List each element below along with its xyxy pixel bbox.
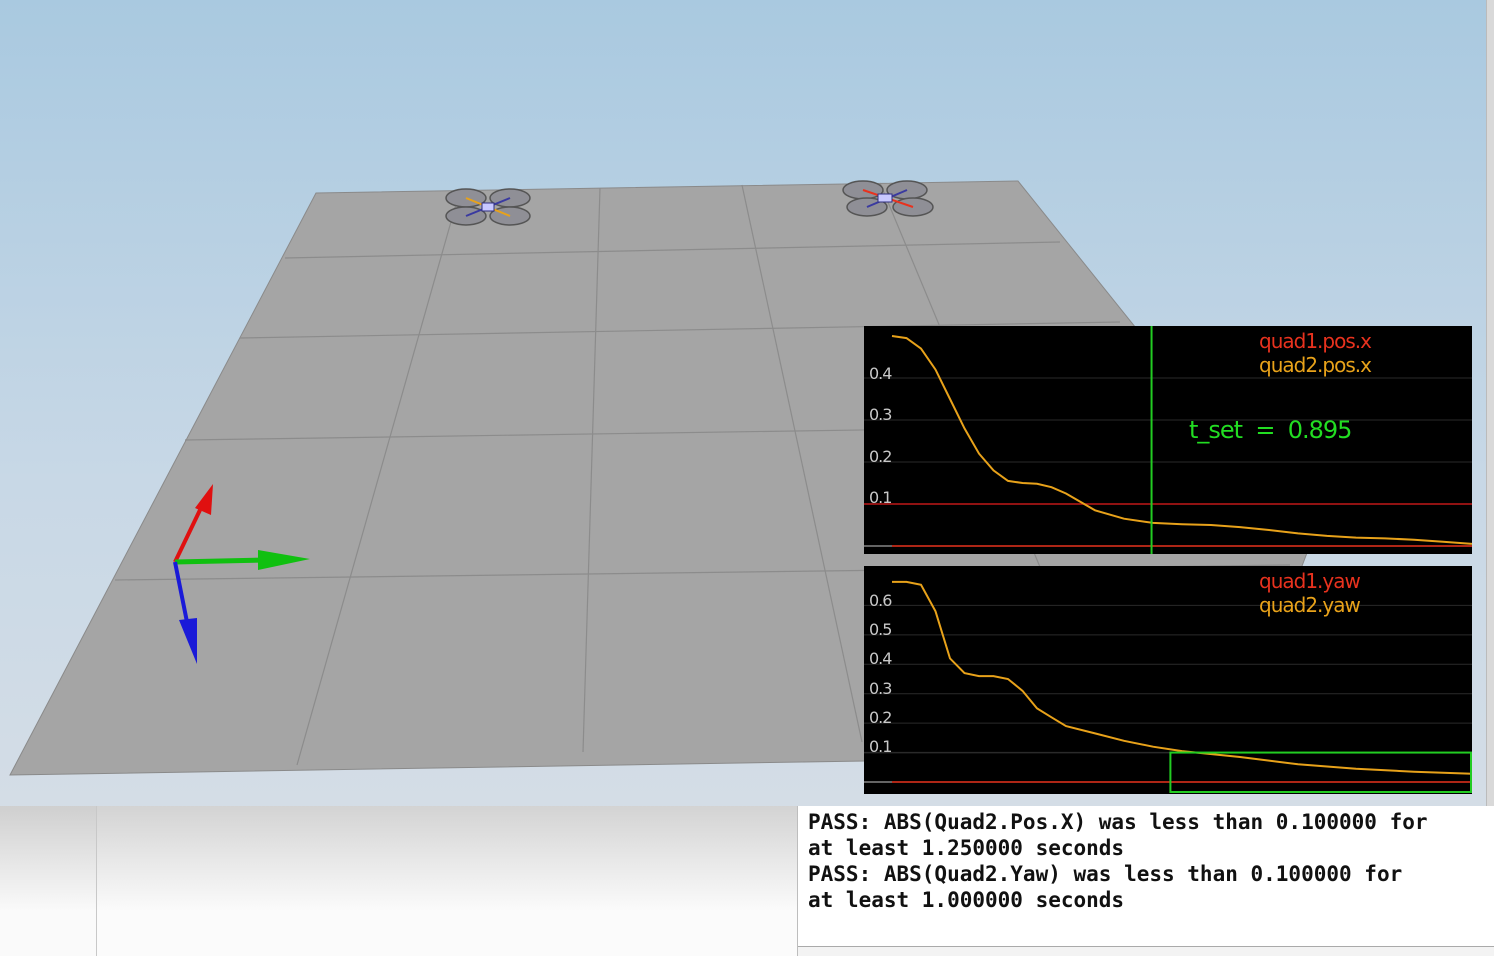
y-tick-label: 0.2 bbox=[869, 447, 892, 466]
y-tick-label: 0.3 bbox=[869, 679, 892, 698]
simulation-viewport[interactable]: 0.4 0.3 0.2 0.1 quad1.pos.x quad2.pos.x … bbox=[0, 0, 1486, 806]
y-tick-label: 0.2 bbox=[869, 708, 892, 727]
window-edge bbox=[1486, 0, 1494, 806]
left-pane bbox=[0, 806, 97, 956]
console-output[interactable]: PASS: ABS(Quad2.Pos.X) was less than 0.1… bbox=[798, 806, 1494, 947]
y-tick-label: 0.1 bbox=[869, 488, 892, 507]
y-tick-label: 0.5 bbox=[869, 620, 892, 639]
bottom-panel: PASS: ABS(Quad2.Pos.X) was less than 0.1… bbox=[0, 806, 1494, 956]
console-line: at least 1.250000 seconds bbox=[808, 836, 1125, 860]
y-tick-label: 0.1 bbox=[869, 737, 892, 756]
yaw-plot[interactable]: 0.6 0.5 0.4 0.3 0.2 0.1 quad1.yaw quad2.… bbox=[864, 566, 1472, 794]
y-tick-label: 0.4 bbox=[869, 649, 892, 668]
console-line: PASS: ABS(Quad2.Pos.X) was less than 0.1… bbox=[808, 810, 1428, 834]
console-line: PASS: ABS(Quad2.Yaw) was less than 0.100… bbox=[808, 862, 1403, 886]
legend-entry: quad1.pos.x bbox=[1259, 329, 1372, 353]
series-line-quad2 bbox=[892, 580, 1472, 775]
y-tick-label: 0.3 bbox=[869, 405, 892, 424]
console-text: PASS: ABS(Quad2.Pos.X) was less than 0.1… bbox=[808, 809, 1428, 913]
t-set-value: 0.895 bbox=[1287, 416, 1353, 444]
legend-entry: quad1.yaw bbox=[1259, 569, 1361, 593]
t-set-name: t_set bbox=[1189, 416, 1243, 444]
position-plot[interactable]: 0.4 0.3 0.2 0.1 quad1.pos.x quad2.pos.x … bbox=[864, 326, 1472, 554]
t-set-label: t_set = 0.895 bbox=[1189, 416, 1353, 444]
legend-entry: quad2.yaw bbox=[1259, 593, 1361, 617]
legend-entry: quad2.pos.x bbox=[1259, 353, 1372, 377]
y-tick-label: 0.6 bbox=[869, 591, 892, 610]
console-line: at least 1.000000 seconds bbox=[808, 888, 1125, 912]
y-tick-label: 0.4 bbox=[869, 364, 892, 383]
series-line-quad2 bbox=[891, 335, 1472, 545]
t-set-separator: = bbox=[1255, 416, 1275, 444]
middle-pane bbox=[97, 806, 798, 956]
